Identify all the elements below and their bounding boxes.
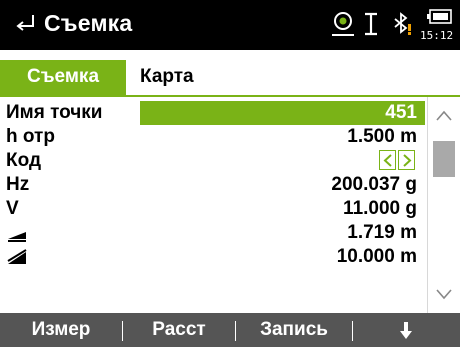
horizontal-distance-value: 1.719 m	[347, 222, 417, 243]
code-prev-button[interactable]	[379, 150, 396, 170]
clock: 15:12	[420, 29, 454, 42]
code-label: Код	[6, 150, 42, 171]
chevron-down-icon[interactable]	[436, 288, 452, 300]
slope-distance-row: 10.000 m	[0, 245, 425, 269]
chevron-right-icon	[403, 154, 412, 167]
point-name-row[interactable]: Имя точки 451	[0, 101, 425, 125]
slope-distance-icon	[7, 249, 27, 264]
horizontal-distance-row: 1.719 m	[0, 221, 425, 245]
battery-icon	[427, 9, 452, 24]
chevron-up-icon[interactable]	[436, 109, 452, 121]
cursor-icon	[365, 12, 377, 36]
tab-bar: Съемка Карта	[0, 50, 460, 95]
v-value: 11.000 g	[343, 198, 417, 219]
target-height-row[interactable]: h отр 1.500 m	[0, 125, 425, 149]
slope-distance-value: 10.000 m	[336, 246, 417, 267]
target-height-value[interactable]: 1.500 m	[347, 125, 417, 149]
code-selector[interactable]	[379, 150, 417, 172]
horizontal-distance-icon	[8, 232, 26, 242]
measure-button[interactable]: Измер	[0, 313, 122, 347]
hz-value: 200.037 g	[331, 174, 417, 195]
back-arrow-icon[interactable]	[14, 11, 36, 33]
target-icon	[332, 12, 354, 36]
tab-map[interactable]: Карта	[126, 60, 216, 95]
distance-button[interactable]: Расст	[123, 313, 235, 347]
title-bar: Съемка 15:12	[0, 0, 460, 50]
target-height-label: h отр	[6, 126, 55, 147]
point-name-label: Имя точки	[6, 102, 103, 123]
bluetooth-icon	[394, 12, 411, 35]
arrow-down-icon	[400, 322, 412, 339]
record-button[interactable]: Запись	[236, 313, 352, 347]
tab-survey[interactable]: Съемка	[0, 60, 126, 95]
point-name-value: 451	[385, 102, 417, 123]
scroll-thumb[interactable]	[433, 141, 455, 177]
screen-title: Съемка	[44, 10, 133, 36]
code-row[interactable]: Код	[0, 149, 425, 173]
code-next-button[interactable]	[398, 150, 415, 170]
more-button[interactable]	[353, 313, 460, 347]
status-bar: 15:12	[320, 0, 460, 50]
measurement-panel: Имя точки 451 h отр 1.500 m Код Hz 200.0…	[0, 95, 460, 313]
hz-label: Hz	[6, 174, 30, 195]
scrollbar[interactable]	[427, 97, 460, 313]
softkey-bar: Измер Расст Запись	[0, 313, 460, 347]
v-row: V 11.000 g	[0, 197, 425, 221]
point-name-field[interactable]: 451	[140, 101, 425, 125]
hz-row: Hz 200.037 g	[0, 173, 425, 197]
chevron-left-icon	[383, 154, 392, 167]
v-label: V	[6, 198, 19, 219]
